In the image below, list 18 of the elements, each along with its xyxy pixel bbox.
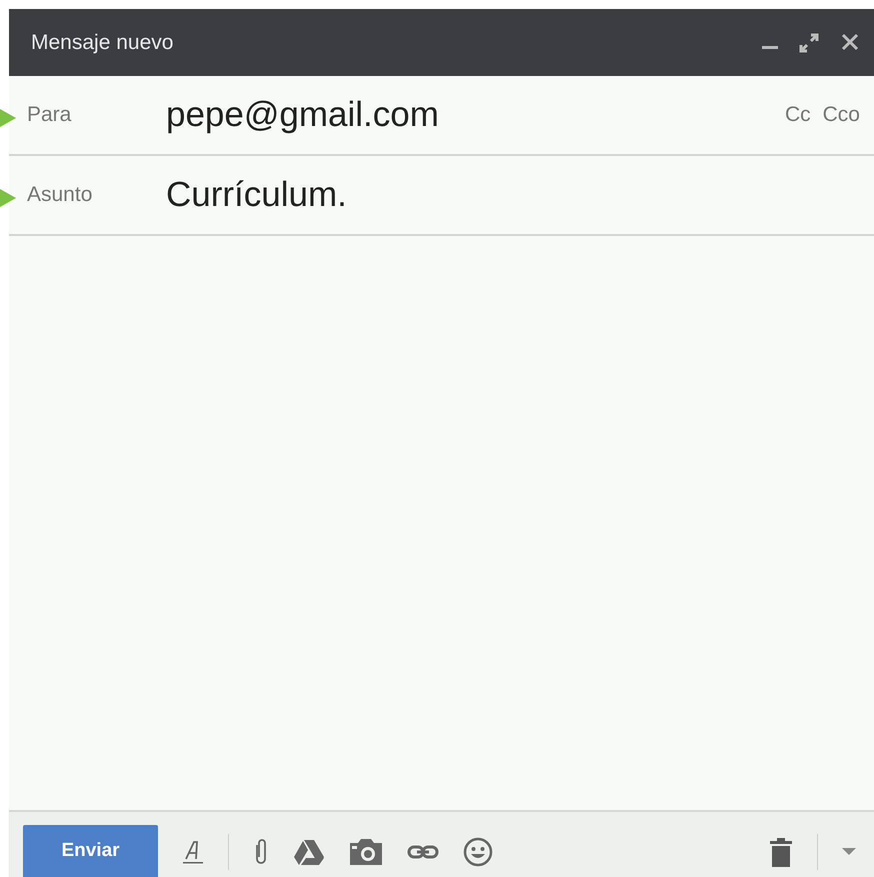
expand-button[interactable] bbox=[798, 32, 820, 54]
recipient-link[interactable]: Cc bbox=[784, 99, 811, 131]
field-label: Asunto bbox=[27, 182, 94, 208]
delete-icon[interactable] bbox=[769, 836, 793, 866]
subject-field[interactable]: Currículum. bbox=[166, 168, 860, 222]
caret-icon[interactable] bbox=[842, 848, 856, 856]
triangle-logo-icon[interactable] bbox=[293, 838, 325, 866]
send-button[interactable]: Enviar bbox=[23, 825, 158, 877]
window-title: Mensaje nuevo bbox=[31, 30, 174, 56]
minimize-icon[interactable] bbox=[762, 46, 778, 48]
emoji-icon[interactable] bbox=[463, 836, 493, 866]
text-format-icon[interactable] bbox=[182, 838, 204, 864]
attachment-icon[interactable] bbox=[253, 836, 269, 866]
recipient-link[interactable]: Cco bbox=[822, 99, 860, 131]
recipient-field[interactable]: pepe@gmail.com bbox=[166, 88, 773, 142]
camera-icon[interactable] bbox=[349, 838, 383, 866]
link-icon[interactable] bbox=[407, 844, 439, 860]
field-label: Para bbox=[27, 102, 72, 128]
